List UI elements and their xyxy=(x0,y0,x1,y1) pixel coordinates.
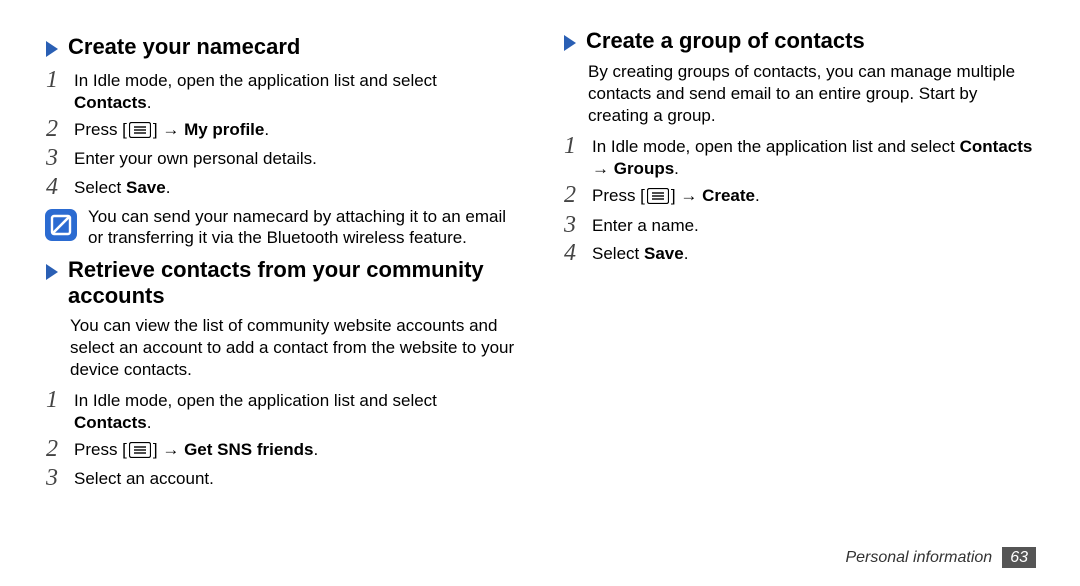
step-number: 1 xyxy=(562,133,592,159)
step-body: Press [] → My profile. xyxy=(74,116,518,144)
menu-key-icon xyxy=(647,188,669,210)
step-number: 2 xyxy=(44,116,74,142)
section-heading-retrieve: Retrieve contacts from your community ac… xyxy=(44,257,518,309)
step: 1 In Idle mode, open the application lis… xyxy=(44,67,518,114)
footer-section: Personal information xyxy=(845,549,992,567)
step-body: Enter a name. xyxy=(592,212,1036,237)
steps-namecard: 1 In Idle mode, open the application lis… xyxy=(44,67,518,200)
note-box: You can send your namecard by attaching … xyxy=(44,206,518,249)
step: 2 Press [] → Get SNS friends. xyxy=(44,436,518,464)
step: 3 Select an account. xyxy=(44,465,518,491)
step-number: 4 xyxy=(44,174,74,200)
step-number: 1 xyxy=(44,67,74,93)
footer-page-number: 63 xyxy=(1002,547,1036,568)
step-number: 4 xyxy=(562,240,592,266)
step-number: 3 xyxy=(44,145,74,171)
step-body: In Idle mode, open the application list … xyxy=(74,387,518,434)
step: 4 Select Save. xyxy=(562,240,1036,266)
step: 3 Enter your own personal details. xyxy=(44,145,518,171)
heading-title: Create a group of contacts xyxy=(586,28,865,54)
note-text: You can send your namecard by attaching … xyxy=(88,206,518,249)
steps-group: 1 In Idle mode, open the application lis… xyxy=(562,133,1036,266)
step-number: 2 xyxy=(44,436,74,462)
chevron-icon xyxy=(44,39,62,61)
steps-retrieve: 1 In Idle mode, open the application lis… xyxy=(44,387,518,492)
step-body: In Idle mode, open the application list … xyxy=(592,133,1036,180)
section-heading-namecard: Create your namecard xyxy=(44,34,518,61)
step-body: Press [] → Get SNS friends. xyxy=(74,436,518,464)
heading-title: Create your namecard xyxy=(68,34,300,60)
chevron-icon xyxy=(562,33,580,55)
step-number: 3 xyxy=(562,212,592,238)
step: 2 Press [] → Create. xyxy=(562,182,1036,210)
heading-title: Retrieve contacts from your community ac… xyxy=(68,257,518,309)
chevron-icon xyxy=(44,262,62,284)
step-body: Select Save. xyxy=(74,174,518,199)
step: 4 Select Save. xyxy=(44,174,518,200)
step-body: Select Save. xyxy=(592,240,1036,265)
step: 1 In Idle mode, open the application lis… xyxy=(44,387,518,434)
section-heading-group: Create a group of contacts xyxy=(562,28,1036,55)
step-number: 3 xyxy=(44,465,74,491)
step-number: 1 xyxy=(44,387,74,413)
intro-text: You can view the list of community websi… xyxy=(70,315,518,381)
step: 1 In Idle mode, open the application lis… xyxy=(562,133,1036,180)
step: 3 Enter a name. xyxy=(562,212,1036,238)
step-body: Press [] → Create. xyxy=(592,182,1036,210)
step-body: In Idle mode, open the application list … xyxy=(74,67,518,114)
step: 2 Press [] → My profile. xyxy=(44,116,518,144)
menu-key-icon xyxy=(129,122,151,144)
intro-text: By creating groups of contacts, you can … xyxy=(588,61,1036,127)
step-number: 2 xyxy=(562,182,592,208)
page-content: Create your namecard 1 In Idle mode, ope… xyxy=(0,0,1080,540)
page-footer: Personal information 63 xyxy=(845,547,1036,568)
menu-key-icon xyxy=(129,442,151,464)
step-body: Enter your own personal details. xyxy=(74,145,518,170)
step-body: Select an account. xyxy=(74,465,518,490)
note-icon xyxy=(44,208,78,242)
